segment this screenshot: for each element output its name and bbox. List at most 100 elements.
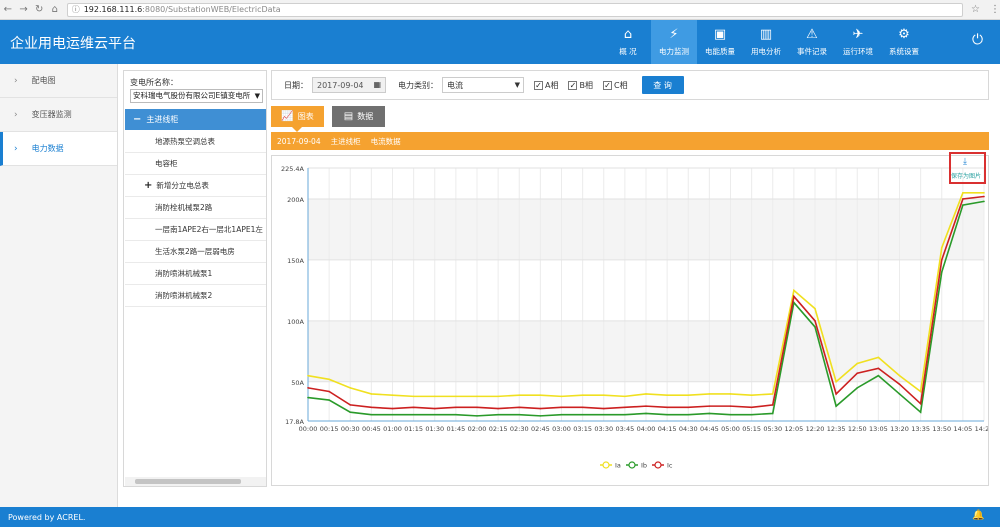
data-point-ic xyxy=(645,405,647,407)
star-icon[interactable]: ☆ xyxy=(971,4,980,15)
type-select-value: 电流 xyxy=(447,80,463,90)
reload-icon[interactable]: ↻ xyxy=(31,4,47,15)
data-point-ic xyxy=(856,372,859,375)
phase-c-checkbox[interactable]: ✓ C相 xyxy=(602,80,628,91)
data-point-ic xyxy=(307,387,309,389)
data-point-ia xyxy=(560,395,563,398)
data-point-ib xyxy=(518,413,521,416)
data-point-ic xyxy=(455,406,457,409)
sidebar-item-0[interactable]: › 配电图 xyxy=(0,64,117,98)
expand-icon[interactable]: + xyxy=(144,180,152,191)
tree-node[interactable]: + 新增分立电总表 xyxy=(125,175,266,197)
data-point-ib xyxy=(349,411,352,414)
checkbox-checked-icon[interactable]: ✓ xyxy=(568,80,578,90)
phase-a-checkbox[interactable]: ✓ A相 xyxy=(534,80,558,91)
calendar-icon[interactable]: ▦ xyxy=(373,80,381,89)
phase-a-label: A相 xyxy=(545,80,559,90)
info-date: 2017-09-04 xyxy=(277,136,321,146)
menu-item-2[interactable]: ▣ 电能质量 xyxy=(697,20,743,64)
x-tick-label: 04:30 xyxy=(679,425,698,433)
legend-label[interactable]: Ia xyxy=(615,462,621,470)
data-point-ib xyxy=(835,405,837,407)
sidebar-item-1[interactable]: › 变压器监测 xyxy=(0,98,117,132)
tree-node[interactable]: 消防喷淋机械泵1 xyxy=(125,263,266,285)
sidebar-item-2[interactable]: › 电力数据 xyxy=(0,132,117,166)
legend-label[interactable]: Ic xyxy=(667,462,673,470)
tree-node-label: 电容柜 xyxy=(155,159,178,168)
satellite-icon: ✈ xyxy=(852,27,864,42)
data-point-ib xyxy=(370,413,373,416)
x-tick-label: 03:30 xyxy=(594,425,613,433)
phase-b-checkbox[interactable]: ✓ B相 xyxy=(568,80,593,91)
data-point-ic xyxy=(750,406,753,409)
menu-item-4[interactable]: ⚠ 事件记录 xyxy=(789,20,835,64)
tree-node[interactable]: 消防喷淋机械泵2 xyxy=(125,285,266,307)
collapse-icon[interactable]: − xyxy=(133,114,141,125)
menu-item-3[interactable]: ▥ 用电分析 xyxy=(743,20,789,64)
main-menu: ⌂ 概 况 ⚡ 电力监测 ▣ 电能质量 ▥ 用电分析 ⚠ 事件记录 ✈ 运行环境 ⚙ 系统设置 xyxy=(605,20,927,64)
data-point-ia xyxy=(349,387,352,389)
data-point-ia xyxy=(455,395,457,398)
download-icon[interactable]: ⤓ xyxy=(963,157,967,167)
menu-item-label: 事件记录 xyxy=(797,47,827,56)
tree-node[interactable]: 地源热泵空调总表 xyxy=(125,131,266,153)
type-select[interactable]: 电流 ▼ xyxy=(442,77,524,93)
tree-root-node[interactable]: − 主进线柜 xyxy=(125,109,266,130)
bell-icon[interactable]: 🔔 xyxy=(972,510,984,521)
data-point-ic xyxy=(602,407,605,410)
station-tree-panel: 变电所名称： 安科瑞电气股份有限公司E镇变电所 ▼ − 主进线柜 地源热泵空调总… xyxy=(123,70,267,487)
date-input[interactable]: 2017-09-04 ▦ xyxy=(312,77,386,93)
data-point-ib xyxy=(940,271,943,273)
tree-node[interactable]: 生活水泵2路一层弱电房 xyxy=(125,241,266,263)
data-point-ia xyxy=(983,192,985,194)
sidebar-item-label: 电力数据 xyxy=(31,144,64,153)
x-tick-label: 03:00 xyxy=(552,425,571,433)
data-point-ia xyxy=(856,362,859,365)
checkbox-checked-icon[interactable]: ✓ xyxy=(602,80,612,90)
data-point-ia xyxy=(835,380,837,383)
menu-item-0[interactable]: ⌂ 概 况 xyxy=(605,20,651,64)
data-point-ic xyxy=(962,198,964,200)
data-point-ic xyxy=(581,406,584,409)
tab-chart[interactable]: 📈 图表 xyxy=(271,106,324,127)
data-point-ic xyxy=(877,367,880,370)
data-point-ia xyxy=(919,390,922,393)
menu-item-5[interactable]: ✈ 运行环境 xyxy=(835,20,881,64)
tree-node[interactable]: 消防栓机械泵2路 xyxy=(125,197,266,219)
menu-item-1[interactable]: ⚡ 电力监测 xyxy=(651,20,697,64)
address-bar[interactable]: ⓘ 192.168.111.6 :8080/SubstationWEB/Elec… xyxy=(66,2,964,17)
x-tick-label: 04:45 xyxy=(700,425,719,433)
station-name-label: 变电所名称： xyxy=(130,78,178,87)
save-image-button[interactable]: 保存为图片 xyxy=(951,171,981,180)
query-button[interactable]: 查 询 xyxy=(641,76,684,94)
tree-node-label: 消防栓机械泵2路 xyxy=(155,203,213,212)
scrollbar-thumb[interactable] xyxy=(135,479,241,484)
forward-icon[interactable]: → xyxy=(16,4,32,15)
data-point-ib xyxy=(729,413,732,416)
data-point-ib xyxy=(645,412,647,415)
tree-node[interactable]: 一层南1APE2右一层北1APE1左 xyxy=(125,219,266,241)
y-tick-label: 200A xyxy=(287,196,304,204)
power-icon[interactable]: ⏻ xyxy=(972,32,983,48)
menu-item-label: 电力监测 xyxy=(659,47,689,56)
legend-swatch-marker xyxy=(654,461,662,469)
data-point-ic xyxy=(349,404,352,406)
browser-menu-icon[interactable]: ⋮ xyxy=(990,4,1000,15)
back-icon[interactable]: ← xyxy=(0,4,16,15)
tree-horizontal-scrollbar[interactable] xyxy=(125,477,266,486)
gear-icon: ⚙ xyxy=(898,27,910,42)
legend-label[interactable]: Ib xyxy=(641,462,647,470)
station-select[interactable]: 安科瑞电气股份有限公司E镇变电所 ▼ xyxy=(130,89,263,103)
data-point-ia xyxy=(476,395,478,398)
home-browser-icon[interactable]: ⌂ xyxy=(47,4,63,15)
x-tick-label: 00:00 xyxy=(299,425,318,433)
data-point-ic xyxy=(560,406,563,409)
menu-item-6[interactable]: ⚙ 系统设置 xyxy=(881,20,927,64)
filter-bar: 日期： 2017-09-04 ▦ 电力类别： 电流 ▼ ✓ A相 ✓ B相 ✓ … xyxy=(271,70,989,100)
checkbox-checked-icon[interactable]: ✓ xyxy=(534,80,543,90)
data-point-ib xyxy=(624,413,626,416)
chevron-right-icon: › xyxy=(14,75,18,86)
tab-data[interactable]: ▤ 数据 xyxy=(332,106,385,127)
x-tick-label: 12:20 xyxy=(806,425,825,433)
tree-node[interactable]: 电容柜 xyxy=(125,153,266,175)
